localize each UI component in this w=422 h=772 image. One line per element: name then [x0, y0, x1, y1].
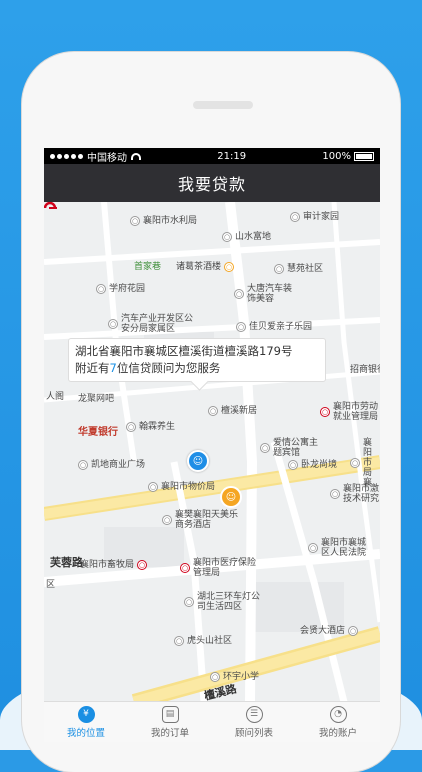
status-time: 21:19 [217, 150, 247, 162]
map-poi[interactable]: ○ 襄阳市物价局 [148, 482, 215, 492]
poi-icon: ○ [126, 422, 136, 432]
poi-icon: ○ [236, 322, 246, 332]
phone-speaker [193, 101, 253, 109]
poi-icon: ○ [348, 626, 359, 636]
map-poi[interactable]: 人阁 [46, 392, 64, 402]
poi-icon: ○ [290, 212, 300, 222]
app-screen: 中国移动 21:19 100% 我要贷款 ○ 襄阳市水利局 ○ 审计家园 ○ 山… [44, 148, 380, 742]
map-poi[interactable]: 襄阳市畜牧局 ○ [80, 560, 148, 570]
callout-advisors: 附近有7位信贷顾问为您服务 [75, 361, 221, 375]
nav-bar: 我要贷款 [44, 164, 380, 202]
map-poi[interactable]: ○ 卧龙尚境 [288, 460, 337, 470]
poi-icon: ○ [274, 264, 284, 274]
tab-label: 我的位置 [66, 727, 105, 739]
poi-icon: ○ [308, 543, 318, 553]
map-poi[interactable]: ○ 襄阳市水利局 [130, 216, 197, 226]
poi-icon: ○ [210, 672, 220, 682]
map-poi[interactable]: ○ 爱情公寓主题宾馆 [260, 438, 320, 458]
map-poi[interactable]: ○ 慧苑社区 [274, 264, 323, 274]
poi-icon: ○ [288, 460, 298, 470]
advisor-count: 7 [109, 361, 117, 375]
poi-icon: ○ [174, 636, 184, 646]
map-poi[interactable]: ○ 学府花园 [96, 284, 145, 294]
map-poi[interactable]: ○ 檀溪新居 [208, 406, 257, 416]
map-poi[interactable]: 首家巷 [134, 262, 161, 272]
poi-icon: ○ [108, 319, 118, 329]
bank-logo-icon [44, 202, 57, 209]
map-poi[interactable]: ○ 虎头山社区 [174, 636, 232, 646]
poi-icon: ○ [350, 458, 360, 468]
poi-icon: ○ [96, 284, 106, 294]
tab-bar: ¥ 我的位置 ▤ 我的订单 ☰ 顾问列表 ◔ 我的账户 [44, 701, 380, 742]
battery-percent: 100% [322, 150, 351, 162]
map-poi[interactable]: ○ 襄阳市医疗保险管理局 [180, 558, 260, 578]
poi-icon: ○ [234, 289, 244, 299]
map-poi[interactable]: ○ 襄阳市激技术研究 [330, 484, 380, 504]
tab-my-account[interactable]: ◔ 我的账户 [296, 702, 380, 742]
user-icon: ◔ [329, 705, 347, 723]
poi-icon: ○ [224, 262, 235, 272]
map-poi[interactable]: 诸葛茶酒楼 ○ [176, 262, 235, 272]
map-poi[interactable]: 会贤大酒店 ○ [300, 626, 359, 636]
poi-icon: ○ [180, 563, 190, 573]
carrier-label: 中国移动 [87, 152, 127, 164]
map-poi[interactable]: ○ 佳贝爱亲子乐园 [236, 322, 312, 332]
poi-icon: ○ [222, 232, 232, 242]
map-poi[interactable]: ○ 襄阳市局襄 [350, 438, 380, 488]
poi-icon: ○ [78, 460, 88, 470]
tab-label: 我的账户 [318, 727, 357, 739]
poi-icon: ○ [260, 443, 270, 453]
poi-icon: ○ [137, 560, 148, 570]
map-poi[interactable]: 华夏银行 [78, 428, 118, 438]
tab-my-orders[interactable]: ▤ 我的订单 [128, 702, 212, 742]
map-poi[interactable]: ○ 襄樊襄阳天美乐商务酒店 [162, 510, 238, 530]
poi-icon: ○ [148, 482, 158, 492]
map-poi[interactable]: ○ 大唐汽车装饰美容 [234, 284, 294, 304]
list-icon: ☰ [245, 705, 263, 723]
map-poi[interactable]: ○ 审计家园 [290, 212, 339, 222]
poi-icon: ○ [130, 216, 140, 226]
map-poi[interactable]: ○ 湖北三环车灯公司生活四区 [184, 592, 268, 612]
tab-my-location[interactable]: ¥ 我的位置 [44, 702, 128, 742]
advisor-pin-icon[interactable]: ☺ [220, 486, 242, 508]
map-poi[interactable]: ○ 凯地商业广场 [78, 460, 145, 470]
my-location-pin-icon[interactable]: ☺ [187, 450, 209, 472]
wifi-icon [131, 152, 141, 160]
callout-address: 湖北省襄阳市襄城区檀溪街道檀溪路179号 [75, 344, 293, 358]
signal-icon [50, 153, 83, 159]
tab-advisor-list[interactable]: ☰ 顾问列表 [212, 702, 296, 742]
map-poi[interactable]: ○ 山水富地 [222, 232, 271, 242]
map-poi[interactable]: ○ 襄阳市襄城区人民法院 [308, 538, 374, 558]
poi-icon: ○ [208, 406, 218, 416]
map-view[interactable]: ○ 襄阳市水利局 ○ 审计家园 ○ 山水富地 首家巷 诸葛茶酒楼 ○ ○ 慧苑社区 ○ 学府… [44, 202, 380, 702]
poi-icon: ○ [320, 407, 330, 417]
map-poi[interactable]: 龙聚网吧 [78, 394, 114, 404]
map-poi[interactable]: ○ 襄阳市劳动就业管理局 [320, 402, 380, 422]
poi-icon: ○ [162, 515, 172, 525]
poi-icon: ○ [330, 489, 340, 499]
map-poi[interactable]: ○ 汽车产业开发区公安分局家属区 [108, 314, 198, 334]
tab-label: 顾问列表 [234, 727, 273, 739]
yen-icon: ¥ [77, 705, 95, 723]
battery-icon [353, 151, 374, 161]
status-bar: 中国移动 21:19 100% [44, 148, 380, 164]
order-icon: ▤ [161, 705, 179, 723]
road-label: 芙蓉路 [50, 556, 83, 569]
map-poi[interactable]: ○ 翰霖养生 [126, 422, 175, 432]
poi-icon: ○ [184, 597, 194, 607]
tab-label: 我的订单 [150, 727, 189, 739]
map-poi[interactable]: 招商银行 [350, 365, 380, 375]
location-callout[interactable]: 湖北省襄阳市襄城区檀溪街道檀溪路179号 附近有7位信贷顾问为您服务 [68, 338, 326, 382]
map-poi[interactable]: ○ 环宇小学 [210, 672, 259, 682]
page-title: 我要贷款 [177, 175, 246, 194]
map-poi[interactable]: 区 [46, 580, 55, 590]
